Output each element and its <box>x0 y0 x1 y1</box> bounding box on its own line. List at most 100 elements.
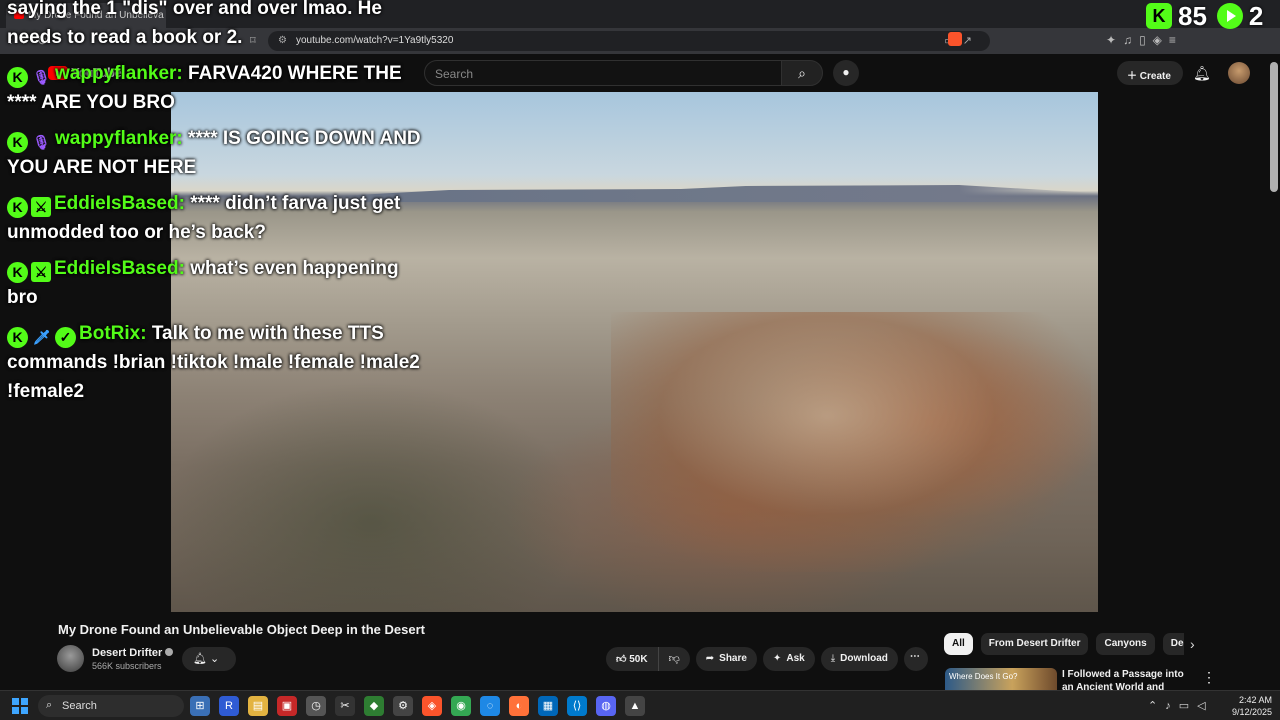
kick-badge-icon: K <box>7 327 28 348</box>
network-icon[interactable]: ▭ <box>1179 700 1197 712</box>
sidebar-icon[interactable]: ▯ <box>1139 33 1153 47</box>
ask-label: Ask <box>786 653 805 664</box>
chat-message: K 🎙︎ wappyflanker: FARVA420 WHERE THE ****… <box>7 59 427 117</box>
create-label: Create <box>1139 71 1171 82</box>
ask-button[interactable]: ✦ Ask <box>762 647 815 671</box>
plus-icon: ＋ <box>1127 71 1140 82</box>
chip-from-desert-drifter[interactable]: From Desert Drifter <box>980 633 1089 655</box>
brave-shields-icon[interactable] <box>948 32 962 46</box>
chat-message: K 🗡︎ ✓ BotRix: Talk to me with these TTS co… <box>7 319 427 406</box>
kebab-menu-icon[interactable]: ⋮ <box>1202 669 1216 686</box>
capcut-app-icon[interactable]: ✂ <box>335 696 355 716</box>
more-icon: ⋯ <box>909 651 920 662</box>
chat-username[interactable]: BotRix: <box>79 323 147 344</box>
firefox-browser-icon[interactable]: ◐ <box>509 696 529 716</box>
recommendation-chips: All From Desert Drifter Canyons Deserts <box>944 633 1184 655</box>
chat-username[interactable]: wappyflanker: <box>55 128 183 149</box>
download-button[interactable]: ⤓ Download <box>820 647 898 671</box>
chat-username[interactable]: EddieIsBased: <box>54 193 185 214</box>
kick-badge-icon: K <box>7 197 28 218</box>
mic-badge-icon: 🎙︎ <box>32 69 51 85</box>
thumbs-down-icon: 👎︎ <box>668 653 680 665</box>
moderator-badge-icon: ⚔ <box>31 262 51 282</box>
xbox-app-icon[interactable]: ⊞ <box>190 696 210 716</box>
kick-play-icon <box>1216 3 1243 29</box>
chip-all[interactable]: All <box>944 633 973 655</box>
chrome-browser-icon[interactable]: ◉ <box>451 696 471 716</box>
microphone-icon[interactable]: ♪ <box>1165 700 1179 712</box>
page-scrollbar[interactable] <box>1270 62 1278 192</box>
share-button[interactable]: ➦ Share <box>695 647 757 671</box>
mic-badge-icon: 🎙︎ <box>32 134 51 150</box>
chevron-down-icon: ⌄ <box>210 653 220 665</box>
clock-time: 2:42 AM <box>1238 695 1272 705</box>
recommended-video-thumbnail[interactable]: Where Does It Go? <box>945 668 1057 692</box>
verified-badge-icon: ✓ <box>55 327 76 348</box>
share-label: Share <box>719 653 747 664</box>
channel-avatar[interactable] <box>57 645 84 672</box>
dislike-button[interactable]: 👎︎ <box>659 647 690 671</box>
taskbar-apps: ⊞ R ▤ ▣ ◷ ✂ ◆ ⚙ ◈ ◉ ◌ ◐ ▦ ⟨⟩ ◍ ▲ <box>190 696 645 716</box>
vpn-app-icon[interactable]: ▲ <box>625 696 645 716</box>
account-avatar[interactable] <box>1228 62 1250 84</box>
share-page-icon[interactable]: ↗ <box>963 35 980 47</box>
verified-icon <box>165 648 174 656</box>
media-icon[interactable]: ♫ <box>1123 33 1139 47</box>
chip-canyons[interactable]: Canyons <box>1096 633 1155 655</box>
share-icon: ➦ <box>705 653 715 664</box>
file-explorer-icon[interactable]: ▤ <box>248 696 268 716</box>
menu-icon[interactable]: ≡ <box>1169 33 1183 47</box>
volume-icon[interactable]: ◁ <box>1197 700 1213 712</box>
create-button[interactable]: ＋ Create <box>1117 61 1183 85</box>
chat-message: K ⚔ EddieIsBased: **** didn’t farva just g… <box>7 189 427 247</box>
clock-app-icon[interactable]: ◷ <box>306 696 326 716</box>
taskbar-search-input[interactable]: ⌕ Search <box>38 695 184 717</box>
chevron-up-icon[interactable]: ⌃ <box>1148 700 1165 712</box>
viewer-count: 85 <box>1178 0 1207 31</box>
taskbar-clock[interactable]: 2:42 AM 9/12/2025 <box>1224 694 1272 718</box>
thumbnail-caption: Where Does It Go? <box>949 672 1018 681</box>
store-app-icon[interactable]: ▦ <box>538 696 558 716</box>
search-input[interactable]: Search <box>424 60 782 86</box>
wallet-icon[interactable]: ◈ <box>1153 33 1169 47</box>
second-count: 2 <box>1248 0 1264 31</box>
chat-username[interactable]: EddieIsBased: <box>54 258 185 279</box>
subscription-bell-button[interactable]: 🔔︎ ⌄ <box>182 647 236 671</box>
extensions-icon[interactable]: ✦ <box>1106 33 1123 47</box>
voice-search-icon[interactable]: ● <box>833 60 859 86</box>
more-actions-button[interactable]: ⋯ <box>903 647 928 671</box>
windows-taskbar: ⌕ Search ⊞ R ▤ ▣ ◷ ✂ ◆ ⚙ ◈ ◉ ◌ ◐ ▦ ⟨⟩ ◍ … <box>0 690 1280 720</box>
download-label: Download <box>840 653 888 664</box>
kick-stream-counter: K 85 2 <box>1146 0 1264 31</box>
maps-app-icon[interactable]: ◆ <box>364 696 384 716</box>
moderator-badge-icon: ⚔ <box>31 197 51 217</box>
like-dislike-group: 👍︎ 50K 👎︎ <box>606 647 690 671</box>
search-icon[interactable]: ⌕ <box>781 60 823 86</box>
media-app-icon[interactable]: ▣ <box>277 696 297 716</box>
discord-app-icon[interactable]: ◍ <box>596 696 616 716</box>
taskbar-search-label: Search <box>62 700 97 712</box>
like-button[interactable]: 👍︎ 50K <box>606 647 659 671</box>
bell-icon: 🔔︎ <box>193 653 207 665</box>
like-count: 50K <box>629 654 648 665</box>
settings-app-icon[interactable]: ⚙ <box>393 696 413 716</box>
search-icon: ⌕ <box>46 699 53 711</box>
chat-message: K 🎙︎ wappyflanker: **** IS GOING DOWN AND … <box>7 124 427 182</box>
thumbs-up-icon: 👍︎ <box>616 654 630 665</box>
sparkle-icon: ✦ <box>772 653 782 664</box>
brave-browser-icon[interactable]: ◈ <box>422 696 442 716</box>
edge-browser-icon[interactable]: ◌ <box>480 696 500 716</box>
notepad-app-icon[interactable]: R <box>219 696 239 716</box>
chat-message: K ⚔ EddieIsBased: what’s even happening br… <box>7 254 427 312</box>
windows-start-icon[interactable] <box>12 698 28 714</box>
notifications-bell-icon[interactable]: 🔔︎ <box>1193 65 1211 82</box>
chat-username[interactable]: wappyflanker: <box>55 63 183 84</box>
recommended-video-title[interactable]: I Followed a Passage into an Ancient Wor… <box>1062 668 1192 690</box>
kick-badge-icon: K <box>7 132 28 153</box>
kick-logo-icon: K <box>1146 3 1172 29</box>
video-title: My Drone Found an Unbelievable Object De… <box>58 622 425 637</box>
vscode-app-icon[interactable]: ⟨⟩ <box>567 696 587 716</box>
chip-deserts[interactable]: Deserts <box>1162 633 1184 655</box>
chevron-right-icon[interactable]: › <box>1190 636 1195 652</box>
channel-name[interactable]: Desert Drifter <box>92 647 174 659</box>
